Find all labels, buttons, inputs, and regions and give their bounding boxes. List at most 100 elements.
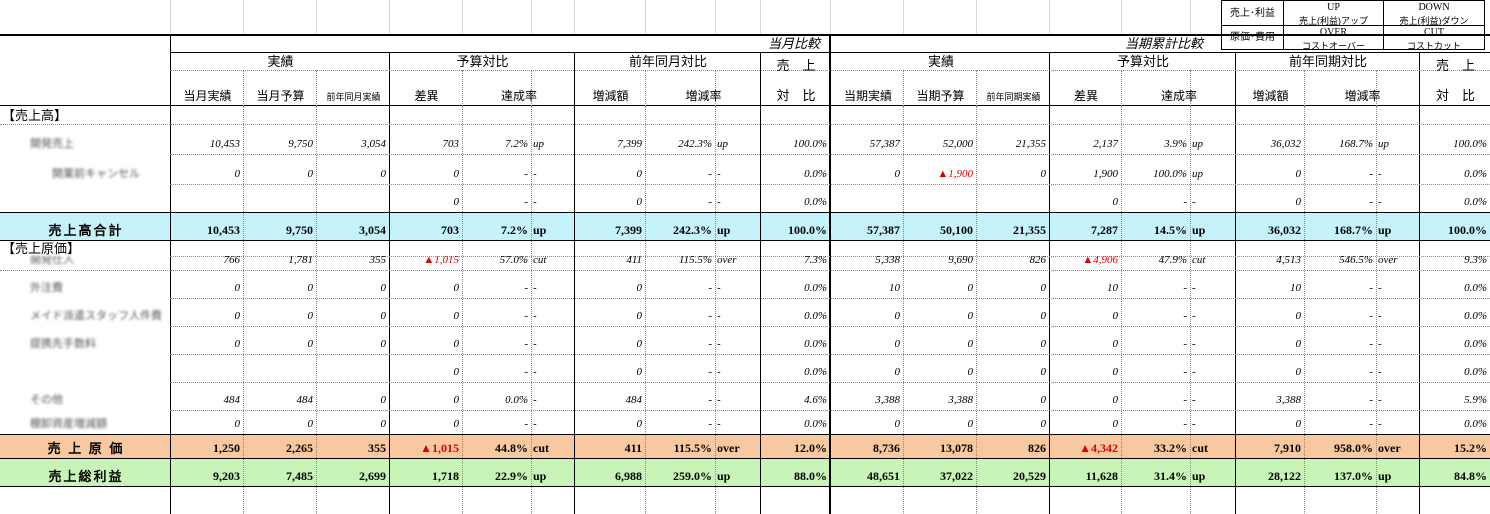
value-cell: - <box>708 338 712 350</box>
grid-line <box>389 0 390 34</box>
value-cell: 36,032 <box>1268 223 1301 237</box>
value-cell: 0.0% <box>804 196 827 208</box>
value-cell: 0.0% <box>1464 366 1487 378</box>
value-cell: 3,054 <box>359 223 386 237</box>
status-flag: up <box>717 469 731 483</box>
row-label: 開業前キャンセル <box>30 168 140 180</box>
value-cell: 1,250 <box>213 441 240 455</box>
status-flag: - <box>1378 168 1382 180</box>
value-cell: 0 <box>967 338 974 350</box>
value-cell: 0 <box>636 310 643 322</box>
section-cost: 【売上原価】 <box>2 241 81 256</box>
grid-line <box>1190 0 1191 34</box>
value-cell: 52,000 <box>942 138 973 150</box>
value-cell: 0 <box>894 168 901 180</box>
value-cell: - <box>1369 196 1373 208</box>
grid-line <box>760 0 761 34</box>
status-flag: - <box>1378 310 1382 322</box>
value-cell: 9,750 <box>286 223 313 237</box>
value-cell: 88.0% <box>794 469 827 483</box>
column-header: 前年同月実績 <box>326 92 381 102</box>
value-cell: 0 <box>1295 418 1302 430</box>
value-cell: - <box>1369 282 1373 294</box>
value-cell: 2,265 <box>286 441 313 455</box>
value-cell: 10 <box>1107 282 1118 294</box>
value-cell: 9,750 <box>288 138 313 150</box>
value-cell: 0 <box>307 282 314 294</box>
value-cell: 7,485 <box>286 469 313 483</box>
value-cell: 4,513 <box>1276 256 1301 266</box>
value-cell: 0 <box>1112 366 1119 378</box>
value-cell: 33.2% <box>1154 441 1187 455</box>
grid-line <box>574 0 575 34</box>
status-flag: - <box>533 418 537 430</box>
value-cell: 0 <box>380 394 387 406</box>
status-flag: - <box>1378 338 1382 350</box>
column-header: 当期予算 <box>916 89 965 103</box>
value-cell: 57,387 <box>869 138 900 150</box>
value-cell: 0.0% <box>1464 310 1487 322</box>
value-cell: - <box>1369 418 1373 430</box>
status-flag: - <box>717 394 721 406</box>
value-cell: 0 <box>636 418 643 430</box>
value-cell: 0.0% <box>1464 196 1487 208</box>
column-header: 前年同期実績 <box>986 92 1041 102</box>
value-cell: 0 <box>967 310 974 322</box>
value-cell <box>976 184 1049 212</box>
value-cell: - <box>524 338 528 350</box>
legend-cut: CUT コストカット <box>1384 26 1484 51</box>
value-cell: 100.0% <box>1453 138 1487 150</box>
value-cell: 1,781 <box>288 256 313 266</box>
value-cell: 0 <box>234 310 241 322</box>
value-cell: 0 <box>380 168 387 180</box>
value-cell: 0 <box>234 168 241 180</box>
value-cell: 0 <box>380 310 387 322</box>
value-cell: 28,122 <box>1268 469 1301 483</box>
value-cell <box>831 184 903 212</box>
value-cell: 115.5% <box>673 441 712 455</box>
value-cell <box>243 354 316 382</box>
monthly-group-header: 当月比較 <box>767 36 820 51</box>
value-cell: 0 <box>1112 338 1119 350</box>
value-cell: 3,388 <box>1276 394 1301 406</box>
value-cell: - <box>1183 418 1187 430</box>
value-cell: - <box>1369 338 1373 350</box>
status-flag: up <box>717 223 731 237</box>
value-cell: 10 <box>1290 282 1301 294</box>
value-cell: 7,287 <box>1091 223 1118 237</box>
value-cell: 0 <box>453 366 460 378</box>
value-cell: 0 <box>967 418 974 430</box>
status-flag: up <box>533 223 547 237</box>
value-cell: 355 <box>368 441 386 455</box>
value-cell <box>903 184 976 212</box>
value-cell: 7.2% <box>501 223 528 237</box>
value-cell: 37,022 <box>940 469 973 483</box>
value-cell: 0 <box>894 310 901 322</box>
status-flag: cut <box>533 256 547 266</box>
value-cell: 0 <box>453 282 460 294</box>
value-cell: 0 <box>1040 338 1047 350</box>
value-cell: 57.0% <box>499 256 528 266</box>
status-flag: - <box>1192 196 1196 208</box>
value-cell: - <box>1183 310 1187 322</box>
value-cell: 703 <box>441 223 459 237</box>
status-flag: up <box>533 138 544 150</box>
status-flag: - <box>1192 394 1196 406</box>
value-cell: 0 <box>1112 196 1119 208</box>
value-cell: 0.0% <box>1464 282 1487 294</box>
value-cell: 0.0% <box>1464 418 1487 430</box>
legend-over-code: OVER <box>1319 27 1348 38</box>
value-cell: 168.7% <box>1334 223 1373 237</box>
value-cell: - <box>1369 394 1373 406</box>
grid-line <box>976 0 977 34</box>
status-flag: over <box>1378 441 1401 455</box>
status-flag: up <box>533 469 547 483</box>
value-cell: - <box>1369 168 1373 180</box>
row-label: 売上高合計 <box>48 223 124 238</box>
value-cell: 0.0% <box>505 394 528 406</box>
value-cell: 7,399 <box>617 138 642 150</box>
value-cell: 0 <box>636 196 643 208</box>
value-cell: 100.0% <box>788 223 827 237</box>
legend-box: 売上･利益 原価･費用 UP 売上(利益)アップ DOWN 売上(利益)ダウン … <box>1221 0 1485 51</box>
value-cell: 1,718 <box>432 469 459 483</box>
